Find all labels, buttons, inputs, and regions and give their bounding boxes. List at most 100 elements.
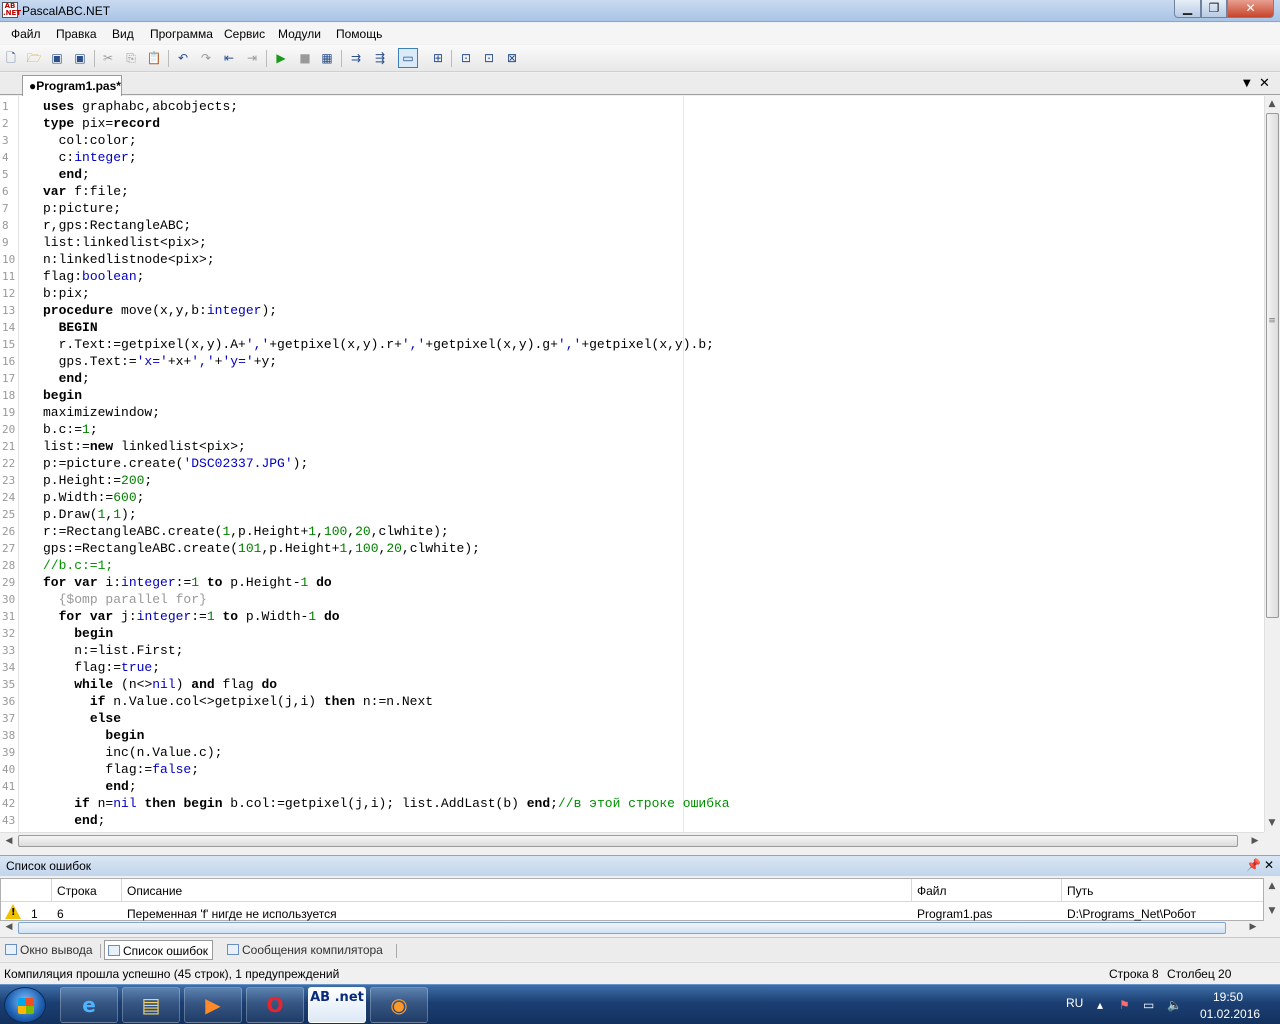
- code-text[interactable]: r.Text:=getpixel(x,y).A+','+getpixel(x,y…: [43, 337, 714, 352]
- code-line[interactable]: 3 col:color;: [0, 131, 1260, 148]
- code-line[interactable]: 28 //b.c:=1;: [0, 556, 1260, 573]
- code-line[interactable]: 8 r,gps:RectangleABC;: [0, 216, 1260, 233]
- network-icon[interactable]: ▭: [1143, 998, 1154, 1012]
- code-line[interactable]: 14 BEGIN: [0, 318, 1260, 335]
- code-line[interactable]: 36 if n.Value.col<>getpixel(j,i) then n:…: [0, 692, 1260, 709]
- save-all-icon[interactable]: ▣: [72, 50, 88, 66]
- editor-vertical-scrollbar[interactable]: ▲ ≡ ▼: [1264, 96, 1280, 832]
- code-text[interactable]: if n=nil then begin b.col:=getpixel(j,i)…: [43, 796, 729, 811]
- column-header-path[interactable]: Путь: [1061, 879, 1261, 902]
- code-text[interactable]: end;: [43, 371, 90, 386]
- column-header-line[interactable]: Строка: [51, 879, 121, 902]
- close-tab-icon[interactable]: ✕: [1259, 76, 1270, 91]
- open-folder-icon[interactable]: 🗁: [26, 50, 42, 66]
- code-line[interactable]: 17 end;: [0, 369, 1260, 386]
- menu-file[interactable]: Файл: [11, 27, 41, 41]
- code-line[interactable]: 41 end;: [0, 777, 1260, 794]
- code-line[interactable]: 43 end;: [0, 811, 1260, 828]
- code-line[interactable]: 23 p.Height:=200;: [0, 471, 1260, 488]
- menu-modules[interactable]: Модули: [278, 27, 321, 41]
- stop-icon[interactable]: ■: [297, 50, 313, 66]
- code-text[interactable]: p.Width:=600;: [43, 490, 144, 505]
- code-line[interactable]: 4 c:integer;: [0, 148, 1260, 165]
- code-text[interactable]: gps:=RectangleABC.create(101,p.Height+1,…: [43, 541, 480, 556]
- code-line[interactable]: 40 flag:=false;: [0, 760, 1260, 777]
- code-text[interactable]: //b.c:=1;: [43, 558, 113, 573]
- code-text[interactable]: BEGIN: [43, 320, 98, 335]
- undo-icon[interactable]: ↶: [175, 50, 191, 66]
- code-line[interactable]: 12 b:pix;: [0, 284, 1260, 301]
- code-text[interactable]: uses graphabc,abcobjects;: [43, 99, 238, 114]
- scroll-left-icon[interactable]: ◀: [2, 836, 16, 846]
- pascalabc-taskbar-icon[interactable]: AB .net: [308, 987, 366, 1023]
- error-grid-horizontal-scrollbar[interactable]: ◀ ▶: [0, 921, 1264, 935]
- code-text[interactable]: begin: [43, 728, 144, 743]
- scroll-up-icon[interactable]: ▲: [1265, 99, 1279, 109]
- form-designer-icon[interactable]: ⊡: [458, 50, 474, 66]
- code-text[interactable]: col:color;: [43, 133, 137, 148]
- menu-program[interactable]: Программа: [150, 27, 213, 41]
- clock-date[interactable]: 01.02.2016: [1200, 1007, 1260, 1021]
- code-text[interactable]: p:picture;: [43, 201, 121, 216]
- step-over-icon[interactable]: ⇉: [348, 50, 364, 66]
- navigate-forward-icon[interactable]: ⇥: [244, 50, 260, 66]
- minimize-button[interactable]: ▁: [1174, 0, 1201, 18]
- compile-icon[interactable]: ▦: [319, 50, 335, 66]
- save-icon[interactable]: ▣: [49, 50, 65, 66]
- error-grid-hscroll-thumb[interactable]: [18, 922, 1226, 934]
- tab-compiler-messages[interactable]: Сообщения компилятора: [224, 940, 387, 960]
- column-header-file[interactable]: Файл: [911, 879, 1061, 902]
- scroll-down-icon[interactable]: ▼: [1265, 818, 1279, 828]
- editor-vscroll-thumb[interactable]: [1266, 113, 1279, 618]
- code-text[interactable]: begin: [43, 388, 82, 403]
- paste-icon[interactable]: 📋: [146, 50, 162, 66]
- format-code-icon[interactable]: ⊞: [430, 50, 446, 66]
- code-line[interactable]: 31 for var j:integer:=1 to p.Width-1 do: [0, 607, 1260, 624]
- code-line[interactable]: 26 r:=RectangleABC.create(1,p.Height+1,10…: [0, 522, 1260, 539]
- code-text[interactable]: maximizewindow;: [43, 405, 160, 420]
- code-text[interactable]: begin: [43, 626, 113, 641]
- form-run-icon[interactable]: ⊡: [481, 50, 497, 66]
- code-text[interactable]: if n.Value.col<>getpixel(j,i) then n:=n.…: [43, 694, 433, 709]
- robot-icon[interactable]: ⊠: [504, 50, 520, 66]
- code-line[interactable]: 37 else: [0, 709, 1260, 726]
- code-line[interactable]: 22 p:=picture.create('DSC02337.JPG');: [0, 454, 1260, 471]
- code-line[interactable]: 42 if n=nil then begin b.col:=getpixel(j…: [0, 794, 1260, 811]
- code-text[interactable]: r:=RectangleABC.create(1,p.Height+1,100,…: [43, 524, 449, 539]
- code-line[interactable]: 33 n:=list.First;: [0, 641, 1260, 658]
- scroll-right-icon[interactable]: ▶: [1248, 836, 1262, 846]
- menu-edit[interactable]: Правка: [56, 27, 97, 41]
- show-hidden-icons-icon[interactable]: ▴: [1097, 998, 1103, 1012]
- code-text[interactable]: while (n<>nil) and flag do: [43, 677, 277, 692]
- code-editor[interactable]: 1 uses graphabc,abcobjects; 2 type pix=reco…: [0, 96, 1264, 832]
- code-text[interactable]: n:linkedlistnode<pix>;: [43, 252, 215, 267]
- code-line[interactable]: 34 flag:=true;: [0, 658, 1260, 675]
- code-line[interactable]: 13 procedure move(x,y,b:integer);: [0, 301, 1260, 318]
- code-line[interactable]: 20 b.c:=1;: [0, 420, 1260, 437]
- menu-service[interactable]: Сервис: [224, 27, 265, 41]
- error-grid-vertical-scrollbar[interactable]: ▲ ▼: [1264, 878, 1280, 921]
- code-line[interactable]: 6 var f:file;: [0, 182, 1260, 199]
- code-text[interactable]: r,gps:RectangleABC;: [43, 218, 191, 233]
- code-text[interactable]: list:=new linkedlist<pix>;: [43, 439, 246, 454]
- code-text[interactable]: flag:boolean;: [43, 269, 144, 284]
- code-text[interactable]: gps.Text:='x='+x+','+'y='+y;: [43, 354, 278, 369]
- code-text[interactable]: for var i:integer:=1 to p.Height-1 do: [43, 575, 332, 590]
- internet-explorer-icon[interactable]: e: [60, 987, 118, 1023]
- code-text[interactable]: p.Draw(1,1);: [43, 507, 137, 522]
- code-line[interactable]: 38 begin: [0, 726, 1260, 743]
- file-explorer-icon[interactable]: ▤: [122, 987, 180, 1023]
- copy-icon[interactable]: ⎘: [123, 50, 139, 66]
- code-line[interactable]: 39 inc(n.Value.c);: [0, 743, 1260, 760]
- redo-icon[interactable]: ↷: [198, 50, 214, 66]
- code-text[interactable]: for var j:integer:=1 to p.Width-1 do: [43, 609, 340, 624]
- code-text[interactable]: p.Height:=200;: [43, 473, 152, 488]
- code-text[interactable]: flag:=true;: [43, 660, 160, 675]
- code-text[interactable]: var f:file;: [43, 184, 129, 199]
- clock-time[interactable]: 19:50: [1213, 990, 1243, 1004]
- code-line[interactable]: 24 p.Width:=600;: [0, 488, 1260, 505]
- code-text[interactable]: else: [43, 711, 121, 726]
- code-line[interactable]: 29 for var i:integer:=1 to p.Height-1 do: [0, 573, 1260, 590]
- code-text[interactable]: procedure move(x,y,b:integer);: [43, 303, 277, 318]
- firefox-browser-icon[interactable]: ◉: [370, 987, 428, 1023]
